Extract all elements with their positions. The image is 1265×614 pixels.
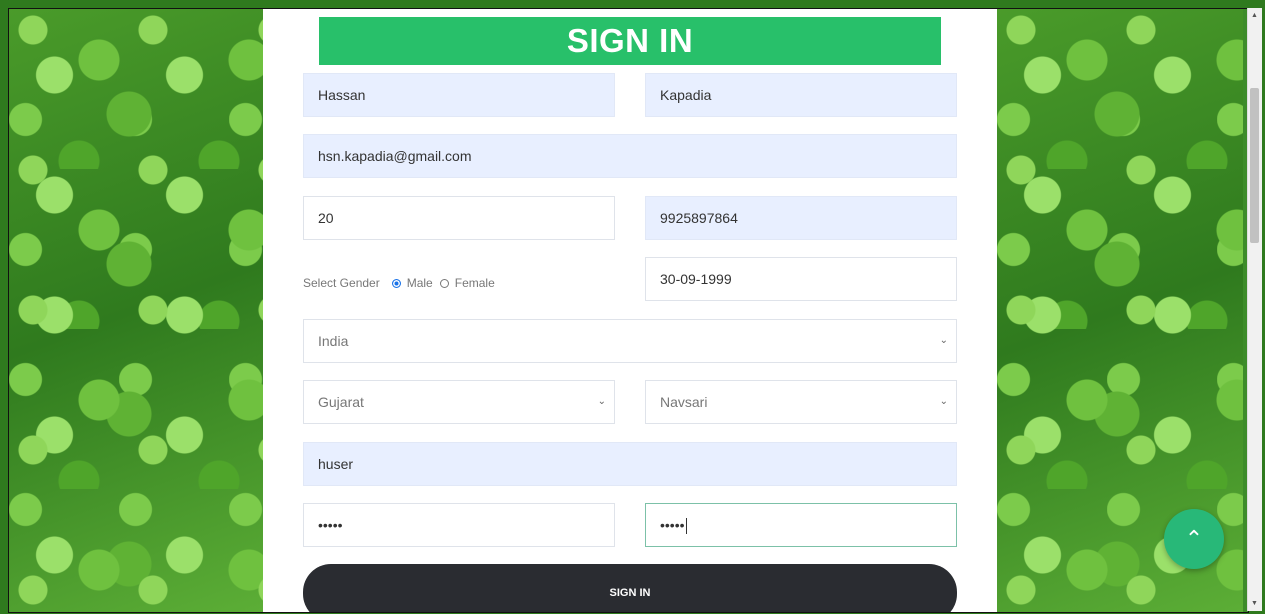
phone-input[interactable]: 9925897864 (645, 196, 957, 240)
confirm-password-value: ••••• (660, 517, 685, 533)
gender-option-male[interactable]: Male (407, 276, 433, 290)
page-scrollbar[interactable]: ▲ ▼ (1247, 8, 1262, 611)
city-value: Navsari (660, 394, 708, 410)
gender-radio-male[interactable] (391, 278, 401, 288)
clover-background-left (9, 9, 263, 612)
gender-label: Select Gender (303, 276, 380, 290)
form-title: SIGN IN (319, 17, 941, 65)
scroll-down-arrow-icon[interactable]: ▼ (1251, 600, 1258, 607)
chevron-down-icon: ⌄ (939, 396, 948, 407)
text-caret (685, 518, 687, 535)
username-input[interactable]: huser (303, 442, 957, 486)
chevron-up-icon: ⌃ (1184, 526, 1204, 551)
signin-button[interactable]: SIGN IN (303, 564, 957, 612)
state-value: Gujarat (318, 394, 364, 410)
gender-option-female[interactable]: Female (455, 276, 495, 290)
first-name-input[interactable]: Hassan (303, 73, 615, 117)
last-name-input[interactable]: Kapadia (645, 73, 957, 117)
email-input[interactable]: hsn.kapadia@gmail.com (303, 134, 957, 178)
browser-viewport: SIGN IN Hassan Kapadia hsn.kapadia@gmail… (8, 8, 1249, 613)
scrollbar-thumb[interactable] (1250, 88, 1259, 243)
chevron-down-icon: ⌄ (597, 396, 606, 407)
password-input[interactable]: ••••• (303, 503, 615, 547)
dob-input[interactable]: 30-09-1999 (645, 257, 957, 301)
scroll-up-arrow-icon[interactable]: ▲ (1251, 12, 1258, 19)
age-input[interactable]: 20 (303, 196, 615, 240)
country-select[interactable]: India ⌄ (303, 319, 957, 363)
confirm-password-input[interactable]: ••••• (645, 503, 957, 547)
chevron-down-icon: ⌄ (939, 335, 948, 346)
gender-group: Select Gender Male Female (303, 273, 495, 293)
scroll-to-top-button[interactable]: ⌃ (1164, 509, 1224, 569)
city-select[interactable]: Navsari ⌄ (645, 380, 957, 424)
gender-radio-female[interactable] (439, 278, 449, 288)
country-value: India (318, 333, 349, 349)
signin-form-panel: SIGN IN Hassan Kapadia hsn.kapadia@gmail… (263, 9, 997, 612)
state-select[interactable]: Gujarat ⌄ (303, 380, 615, 424)
